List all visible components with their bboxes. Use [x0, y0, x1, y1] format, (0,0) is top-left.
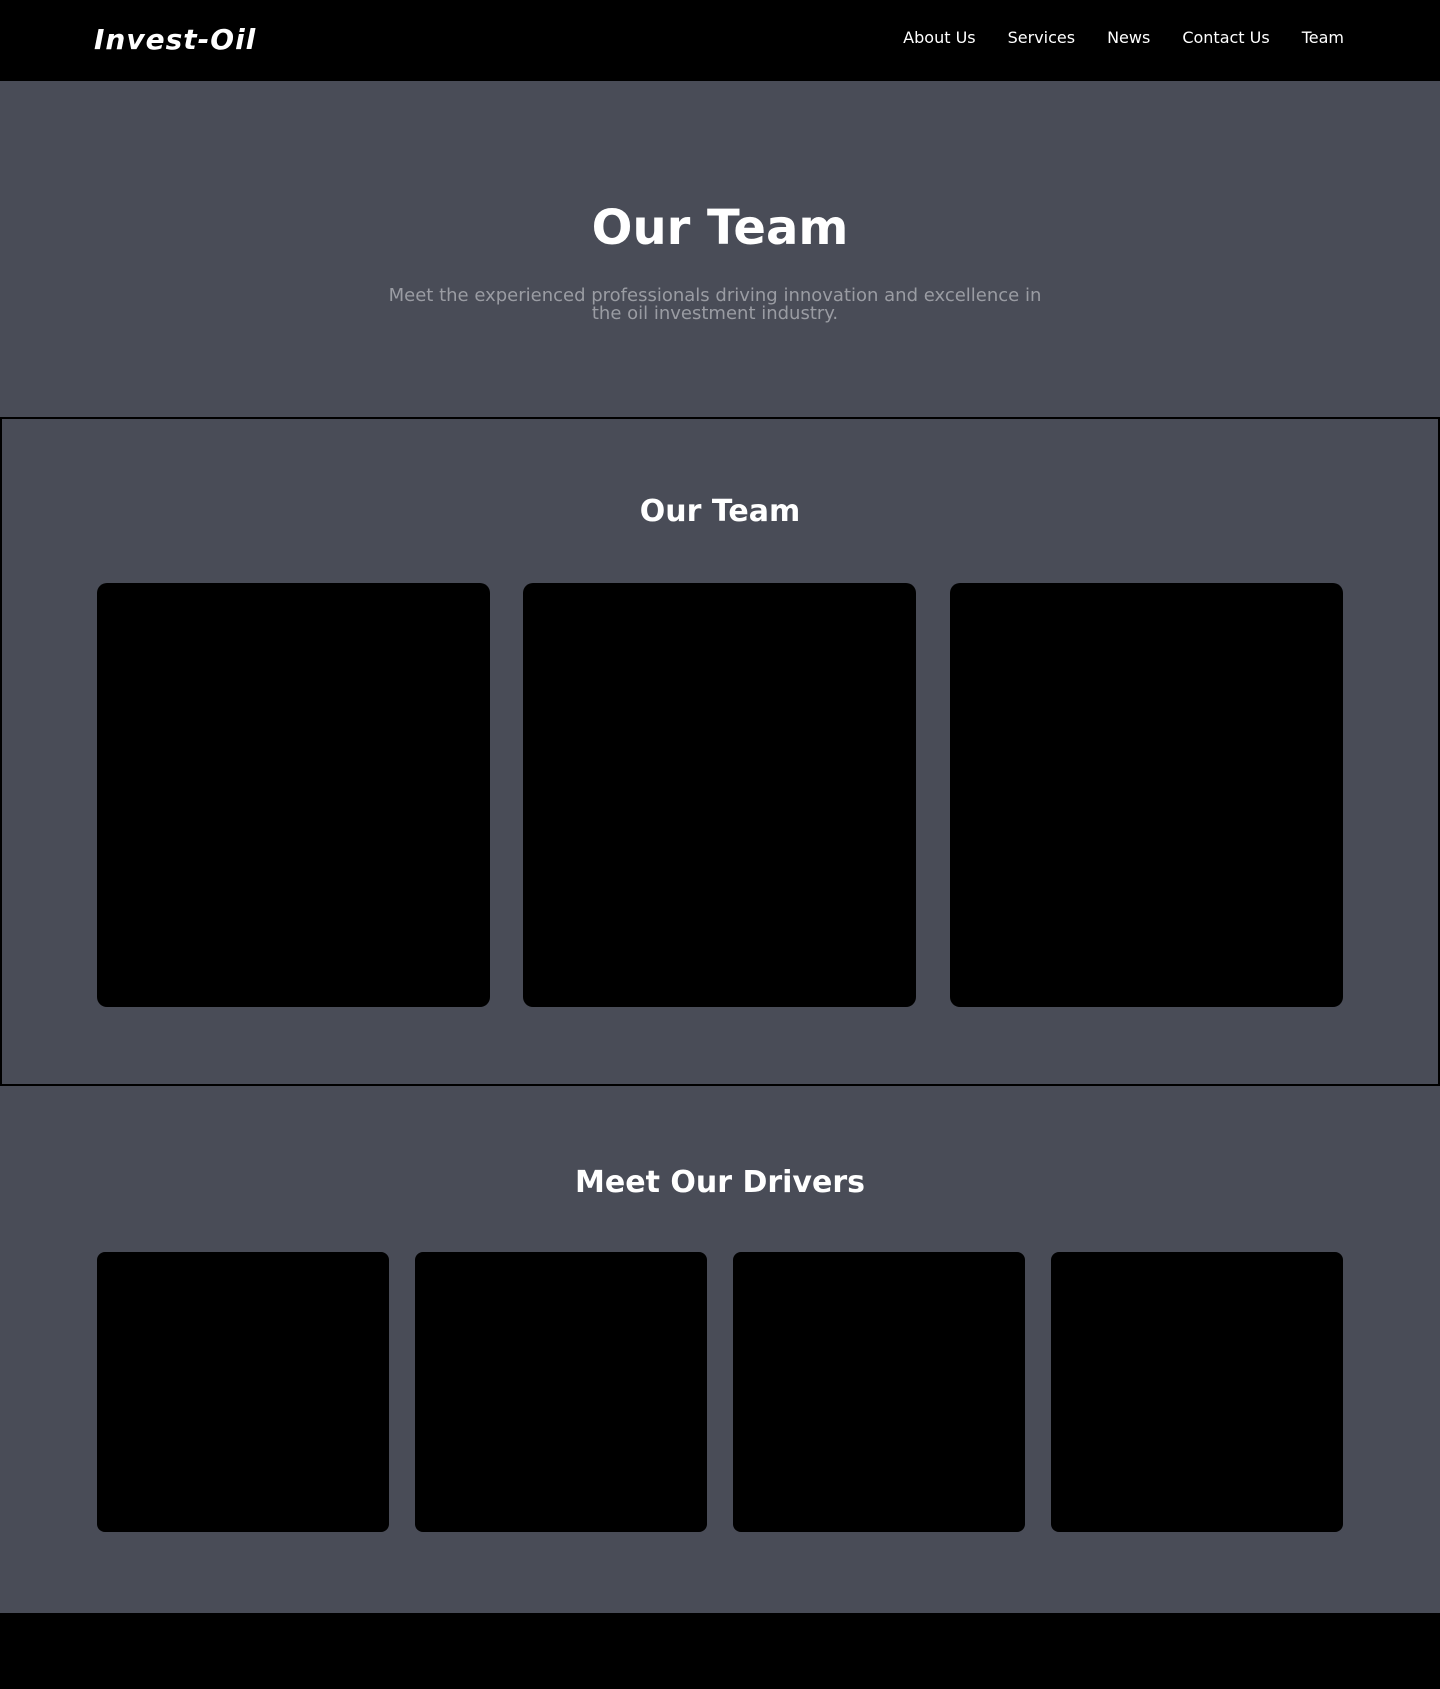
driver-card[interactable] — [97, 1252, 389, 1532]
team-section: Our Team — [0, 417, 1440, 1086]
footer — [0, 1613, 1440, 1689]
nav-services[interactable]: Services — [1008, 27, 1075, 49]
main-nav: About Us Services News Contact Us Team — [903, 27, 1344, 49]
nav-news[interactable]: News — [1107, 27, 1150, 49]
page-title: Our Team — [591, 200, 849, 256]
team-section-title: Our Team — [639, 494, 801, 529]
driver-card[interactable] — [415, 1252, 707, 1532]
nav-about-us[interactable]: About Us — [903, 27, 975, 49]
navbar: Invest-Oil About Us Services News Contac… — [0, 0, 1440, 81]
site-logo[interactable]: Invest-Oil — [94, 22, 256, 58]
nav-contact-us[interactable]: Contact Us — [1182, 27, 1269, 49]
drivers-section-title: Meet Our Drivers — [575, 1165, 865, 1200]
hero-section: Our Team Meet the experienced profession… — [0, 81, 1440, 417]
team-member-card[interactable] — [523, 583, 916, 1007]
nav-team[interactable]: Team — [1302, 27, 1344, 49]
drivers-section: Meet Our Drivers — [0, 1086, 1440, 1613]
team-member-card[interactable] — [97, 583, 490, 1007]
team-member-card[interactable] — [950, 583, 1343, 1007]
driver-card[interactable] — [1051, 1252, 1343, 1532]
page-subtitle: Meet the experienced professionals drivi… — [388, 285, 1042, 324]
driver-card[interactable] — [733, 1252, 1025, 1532]
